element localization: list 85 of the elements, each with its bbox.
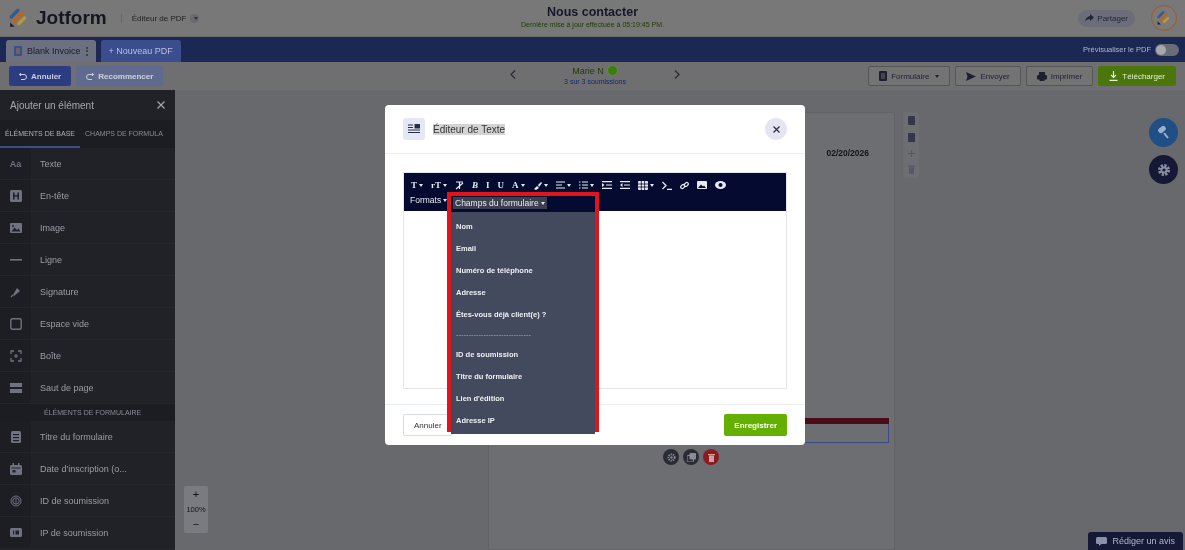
calendar-icon xyxy=(9,462,22,475)
element-item[interactable]: IP de soumission xyxy=(0,517,175,549)
duplicate-button[interactable] xyxy=(683,449,699,465)
close-icon[interactable] xyxy=(157,101,165,109)
status-badge xyxy=(606,65,618,76)
download-icon xyxy=(1109,71,1119,81)
format-button[interactable]: rT xyxy=(428,179,450,191)
copy-icon xyxy=(686,452,696,462)
element-item[interactable]: Boîte xyxy=(0,340,175,372)
send-icon xyxy=(966,71,977,81)
document-tab[interactable]: + Nouveau PDF xyxy=(100,40,181,62)
date-text: 02/20/2026 xyxy=(826,148,869,158)
previous-button[interactable] xyxy=(510,69,516,81)
panel-title: Ajouter un élément xyxy=(10,99,94,111)
line-icon xyxy=(9,258,22,261)
clear-format-icon xyxy=(455,180,464,190)
eye-icon xyxy=(714,181,726,189)
brush-icon xyxy=(532,180,542,190)
square-icon xyxy=(9,317,22,330)
outdent-icon xyxy=(619,181,630,189)
align-icon xyxy=(555,181,565,189)
next-button[interactable] xyxy=(674,69,680,81)
form-title: Nous contacter xyxy=(547,5,638,19)
element-item[interactable]: Image xyxy=(0,212,175,244)
close-icon xyxy=(772,125,780,133)
format-button[interactable]: T xyxy=(408,179,426,191)
text-lines-icon xyxy=(408,124,420,134)
element-item[interactable]: Signature xyxy=(0,276,175,308)
element-item[interactable]: Date d'inscription (o... xyxy=(0,453,175,485)
document-tab[interactable]: Blank Invoice xyxy=(6,40,96,62)
document-icon xyxy=(14,46,22,56)
dialog-title: Éditeur de Texte xyxy=(433,123,506,135)
download-button[interactable]: Télécharger xyxy=(1098,66,1176,86)
code-icon xyxy=(661,180,672,190)
share-icon xyxy=(1085,14,1095,22)
settings-button[interactable] xyxy=(663,449,679,465)
form-fields-menu[interactable]: Champs du formulaire xyxy=(453,197,547,209)
undo-button[interactable]: Annuler xyxy=(9,66,72,86)
link-icon xyxy=(679,180,689,190)
feedback-button[interactable]: Rédiger un avis xyxy=(1088,532,1183,550)
gear-icon xyxy=(666,452,676,462)
element-item[interactable]: Ligne xyxy=(0,244,175,276)
settings-button[interactable] xyxy=(1149,155,1178,184)
format-button[interactable]: U xyxy=(494,179,508,191)
image-icon xyxy=(9,222,22,233)
chat-icon xyxy=(1096,536,1108,546)
undo-icon xyxy=(19,72,27,80)
pen-icon xyxy=(9,285,22,298)
ip-tag-icon xyxy=(9,528,22,537)
element-item[interactable]: Espace vide xyxy=(0,308,175,340)
delete-button[interactable] xyxy=(703,449,719,465)
preview-toggle[interactable] xyxy=(1155,43,1179,56)
box-icon xyxy=(9,349,22,362)
logo-icon xyxy=(1156,10,1172,26)
element-item[interactable]: Titre du formulaire xyxy=(0,421,175,453)
zoom-out-button[interactable]: − xyxy=(192,519,200,530)
indent-icon xyxy=(601,181,612,189)
printer-icon xyxy=(1036,71,1047,81)
table-icon xyxy=(637,180,648,190)
text-icon: Aa xyxy=(9,158,22,169)
document-icon xyxy=(10,430,21,443)
print-button[interactable]: Imprimer xyxy=(1025,66,1094,86)
format-button[interactable]: B xyxy=(469,179,482,191)
page-break-icon xyxy=(9,382,22,393)
image-icon xyxy=(696,181,707,189)
trash-icon xyxy=(707,452,715,462)
submitter-name: Marie N xyxy=(572,65,604,76)
app-menu[interactable]: Éditeur de PDF xyxy=(120,13,200,23)
element-item[interactable]: ID de soumission xyxy=(0,485,175,517)
list-icon xyxy=(578,181,588,189)
format-button[interactable]: I xyxy=(483,179,493,191)
close-button[interactable] xyxy=(765,118,787,140)
paint-roller-button[interactable] xyxy=(1149,118,1178,147)
heading-icon xyxy=(9,189,22,202)
element-item[interactable]: En-tête xyxy=(0,180,175,212)
gear-icon xyxy=(1156,162,1171,177)
zoom-in-button[interactable]: + xyxy=(192,489,200,500)
redo-icon xyxy=(86,72,95,80)
logo-text: Jotform xyxy=(36,7,107,29)
send-button[interactable]: Envoyer xyxy=(955,66,1021,86)
form-button[interactable]: Formulaire xyxy=(868,66,951,86)
cancel-button[interactable]: Annuler xyxy=(403,414,453,436)
format-button[interactable]: A xyxy=(509,179,528,191)
element-item[interactable]: Aa Texte xyxy=(0,148,175,180)
document-icon xyxy=(879,71,888,81)
